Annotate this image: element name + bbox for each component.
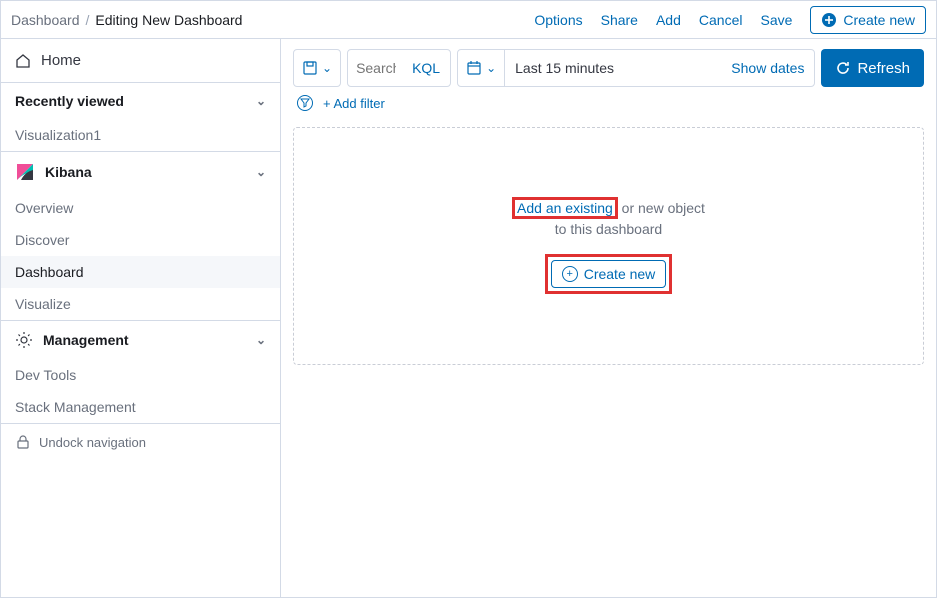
canvas-create-new-button[interactable]: + Create new (551, 260, 667, 288)
dashboard-canvas: Add an existing or new object to this da… (293, 127, 924, 365)
refresh-label: Refresh (857, 60, 910, 77)
breadcrumb-current: Editing New Dashboard (95, 12, 242, 28)
gear-icon (15, 331, 33, 349)
options-button[interactable]: Options (534, 12, 582, 28)
breadcrumb: Dashboard / Editing New Dashboard (11, 12, 534, 28)
sidebar-item-overview[interactable]: Overview (1, 192, 280, 224)
chevron-down-icon: ⌄ (256, 333, 266, 347)
recently-viewed-label: Recently viewed (15, 93, 124, 109)
add-existing-link[interactable]: Add an existing (517, 200, 613, 216)
cancel-button[interactable]: Cancel (699, 12, 743, 28)
plus-circle-icon (821, 12, 837, 28)
plus-circle-icon: + (562, 266, 578, 282)
query-bar: ⌄ KQL ⌄ Last 15 minutes Show dates Refre… (293, 49, 924, 87)
chevron-down-icon: ⌄ (486, 61, 496, 75)
calendar-icon (466, 60, 482, 76)
sidebar-item-visualize[interactable]: Visualize (1, 288, 280, 320)
filter-menu-icon[interactable] (297, 95, 313, 111)
breadcrumb-root[interactable]: Dashboard (11, 12, 80, 28)
sidebar-management-header[interactable]: Management ⌄ (1, 321, 280, 359)
breadcrumb-separator: / (86, 12, 90, 28)
sidebar-kibana-header[interactable]: Kibana ⌄ (1, 152, 280, 192)
canvas-text-rest: or new object (618, 200, 705, 216)
undock-navigation[interactable]: Undock navigation (1, 424, 280, 460)
refresh-button[interactable]: Refresh (821, 49, 924, 87)
canvas-create-new-label: Create new (584, 266, 656, 282)
sidebar-item-dashboard[interactable]: Dashboard (1, 256, 280, 288)
management-label: Management (43, 332, 129, 348)
canvas-text-line2: to this dashboard (555, 221, 662, 237)
sidebar-home[interactable]: Home (1, 39, 280, 83)
create-new-button[interactable]: Create new (810, 6, 926, 34)
chevron-down-icon: ⌄ (256, 165, 266, 179)
undock-label: Undock navigation (39, 435, 146, 450)
refresh-icon (835, 60, 851, 76)
save-icon (302, 60, 318, 76)
kql-toggle[interactable]: KQL (404, 60, 440, 76)
calendar-button[interactable]: ⌄ (458, 50, 505, 86)
home-icon (15, 53, 31, 69)
filter-row: + Add filter (293, 87, 924, 119)
sidebar-home-label: Home (41, 52, 81, 69)
save-button[interactable]: Save (760, 12, 792, 28)
share-button[interactable]: Share (601, 12, 638, 28)
add-filter-link[interactable]: + Add filter (323, 96, 385, 111)
show-dates-link[interactable]: Show dates (721, 60, 814, 76)
add-button[interactable]: Add (656, 12, 681, 28)
chevron-down-icon: ⌄ (256, 94, 266, 108)
kibana-label: Kibana (45, 164, 92, 180)
sidebar: Home Recently viewed ⌄ Visualization1 Ki… (1, 39, 281, 598)
sidebar-recently-viewed-header[interactable]: Recently viewed ⌄ (1, 83, 280, 119)
canvas-prompt: Add an existing or new object to this da… (512, 198, 705, 240)
search-input[interactable] (348, 60, 404, 76)
time-picker: ⌄ Last 15 minutes Show dates (457, 49, 815, 87)
top-bar: Dashboard / Editing New Dashboard Option… (1, 1, 936, 39)
sidebar-item-devtools[interactable]: Dev Tools (1, 359, 280, 391)
sidebar-item-discover[interactable]: Discover (1, 224, 280, 256)
sidebar-item-stackmgmt[interactable]: Stack Management (1, 391, 280, 423)
main-content: ⌄ KQL ⌄ Last 15 minutes Show dates Refre… (281, 39, 936, 598)
chevron-down-icon: ⌄ (322, 61, 332, 75)
saved-query-menu[interactable]: ⌄ (293, 49, 341, 87)
sidebar-recent-item[interactable]: Visualization1 (1, 119, 280, 151)
lock-icon (15, 434, 31, 450)
search-group: KQL (347, 49, 451, 87)
create-new-label: Create new (843, 12, 915, 28)
top-actions: Options Share Add Cancel Save Create new (534, 6, 926, 34)
time-range-display[interactable]: Last 15 minutes (505, 60, 721, 76)
kibana-logo-icon (15, 162, 35, 182)
